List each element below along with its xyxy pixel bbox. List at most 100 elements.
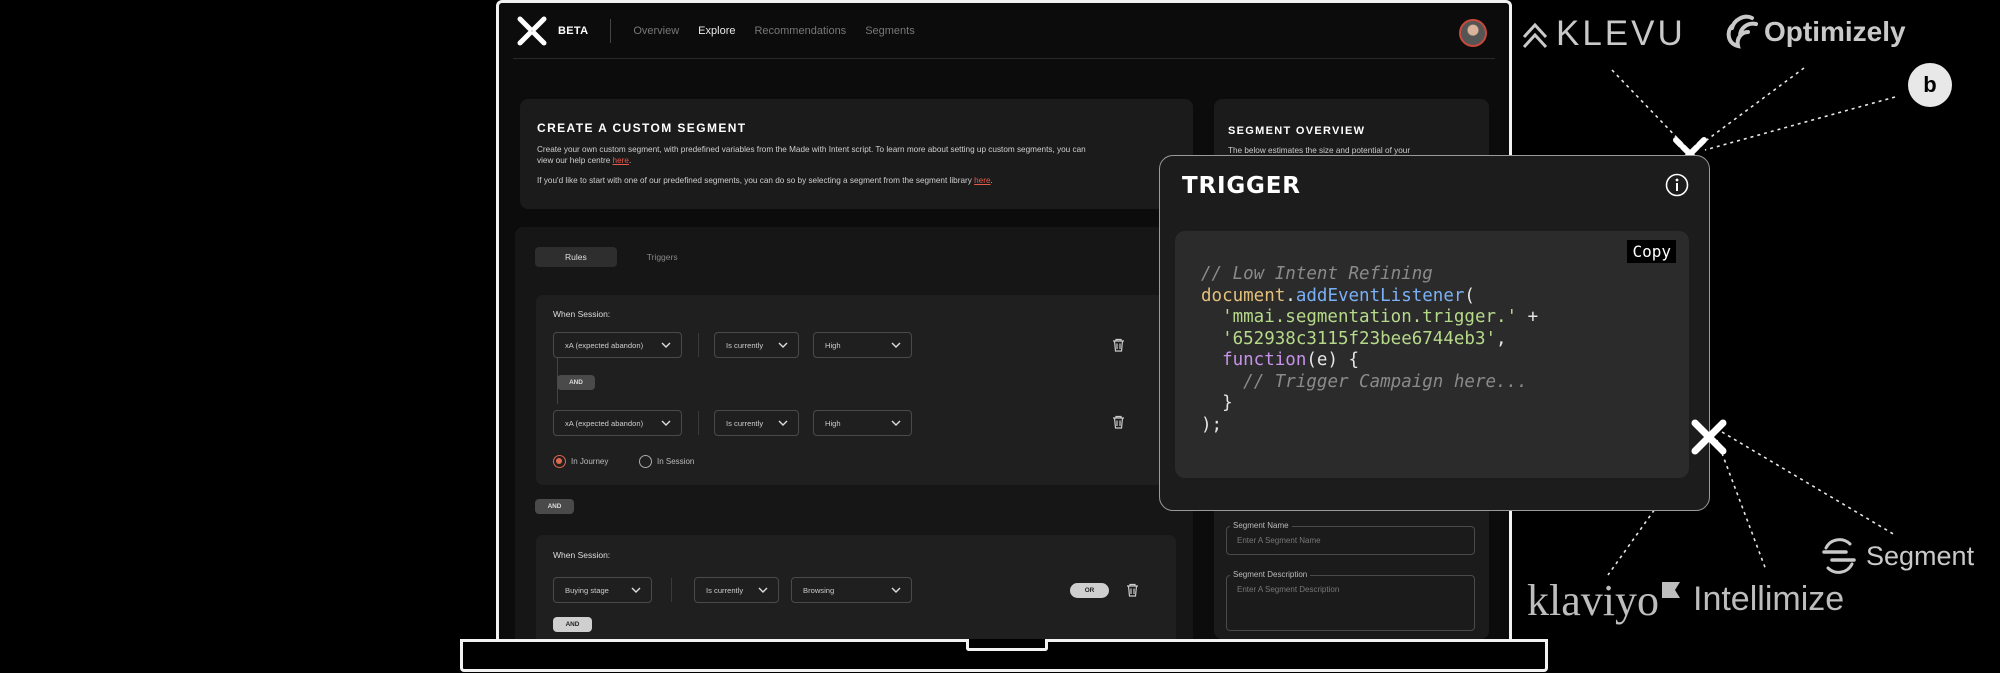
help-centre-link[interactable]: here — [613, 156, 629, 165]
select-value: High — [825, 340, 841, 350]
klevu-chevron-icon — [1522, 22, 1548, 49]
select-value: Buying stage — [565, 585, 609, 595]
select-value: Is currently — [726, 340, 764, 350]
code-snippet[interactable]: // Low Intent Refining document.addEvent… — [1201, 264, 1538, 436]
radio-button[interactable] — [553, 455, 566, 468]
radio-button[interactable] — [639, 455, 652, 468]
and-pill[interactable]: AND — [535, 499, 574, 514]
library-text-end: . — [990, 176, 993, 185]
and-pill[interactable]: AND — [553, 617, 592, 632]
rule-group-heading: When Session: — [553, 550, 611, 560]
chevron-down-icon — [778, 420, 788, 426]
trash-icon[interactable] — [1112, 338, 1125, 352]
chevron-down-icon — [758, 587, 768, 593]
segment-description-label: Segment Description — [1230, 570, 1311, 579]
klevu-wordmark: KLEVU — [1556, 14, 1686, 53]
code-snippet-box: Copy // Low Intent Refining document.add… — [1175, 231, 1689, 478]
code-comment: // Low Intent Refining — [1201, 264, 1433, 284]
intro-paragraph: Create your own custom segment, with pre… — [537, 144, 1097, 166]
intro-text-end: . — [628, 156, 632, 165]
hub-x-logo-icon — [1691, 419, 1727, 455]
rule-group-2: When Session: Buying stage Is currently … — [536, 535, 1176, 640]
beta-badge: BETA — [558, 24, 589, 37]
variable-select[interactable]: xA (expected abandon) — [553, 410, 682, 436]
overview-title: Segment overview — [1228, 125, 1366, 137]
brand-x-logo-icon[interactable] — [517, 16, 547, 46]
operator-select[interactable]: Is currently — [714, 410, 799, 436]
library-text: If you'd like to start with one of our p… — [537, 176, 975, 185]
segment-wordmark: Segment — [1866, 540, 1975, 571]
divider — [671, 578, 672, 602]
scope-radio-journey[interactable]: In Journey — [553, 455, 608, 468]
info-icon[interactable] — [1665, 173, 1689, 197]
tab-rules[interactable]: Rules — [535, 247, 617, 267]
operator-select[interactable]: Is currently — [694, 577, 779, 603]
chevron-down-icon — [891, 420, 901, 426]
rules-tabs: Rules Triggers — [535, 247, 708, 267]
select-value: Browsing — [803, 585, 835, 595]
code-object: document — [1201, 285, 1286, 306]
and-pill[interactable]: AND — [557, 375, 595, 390]
variable-select[interactable]: xA (expected abandon) — [553, 332, 682, 358]
library-paragraph: If you'd like to start with one of our p… — [537, 175, 1137, 186]
rule-group-heading: When Session: — [553, 309, 611, 319]
chevron-down-icon — [661, 420, 671, 426]
chevron-down-icon — [891, 342, 901, 348]
page-title: Create a custom segment — [537, 121, 747, 135]
laptop-notch — [966, 639, 1048, 651]
code-keyword: function — [1222, 350, 1307, 370]
code-string: '652938c3115f23bee6744eb3' — [1222, 328, 1497, 349]
nav-link-explore[interactable]: Explore — [698, 25, 735, 37]
klaviyo-logo: klaviyo — [1527, 575, 1681, 626]
segment-description-input[interactable]: Enter A Segment Description — [1226, 575, 1475, 631]
klevu-logo: KLEVU — [1522, 14, 1686, 54]
nav-link-recommendations[interactable]: Recommendations — [754, 25, 846, 37]
select-value: Is currently — [706, 585, 744, 595]
select-value: xA (expected abandon) — [565, 418, 644, 428]
user-avatar[interactable] — [1459, 19, 1487, 47]
value-select[interactable]: Browsing — [791, 577, 912, 603]
value-select[interactable]: High — [813, 410, 912, 436]
chevron-down-icon — [661, 342, 671, 348]
or-pill[interactable]: OR — [1070, 583, 1109, 598]
nav-link-overview[interactable]: Overview — [633, 25, 679, 37]
copy-button[interactable]: Copy — [1627, 240, 1676, 263]
trash-icon[interactable] — [1112, 415, 1125, 429]
value-select[interactable]: High — [813, 332, 912, 358]
optimizely-logo: Optimizely — [1722, 12, 1906, 52]
radio-label: In Journey — [571, 457, 609, 466]
chevron-down-icon — [631, 587, 641, 593]
trigger-title: TRIGGER — [1182, 173, 1301, 199]
radio-label: In Session — [657, 457, 695, 466]
divider — [698, 333, 699, 357]
segment-logo: Segment — [1820, 538, 1974, 574]
optimizely-wordmark: Optimizely — [1764, 16, 1906, 47]
divider — [698, 411, 699, 435]
segment-name-input[interactable]: Enter A Segment Name — [1226, 526, 1475, 555]
b-brand-icon: b — [1908, 63, 1952, 107]
code-comment: // Trigger Campaign here... — [1243, 371, 1528, 392]
intro-card: Create a custom segment Create your own … — [520, 99, 1193, 209]
select-value: High — [825, 418, 841, 428]
code-param: (e) { — [1306, 350, 1360, 370]
scope-radio-session[interactable]: In Session — [639, 455, 694, 468]
optimizely-icon — [1726, 14, 1758, 49]
intellimize-logo: Intellimize — [1693, 580, 1845, 618]
operator-select[interactable]: Is currently — [714, 332, 799, 358]
code-string: 'mmai.segmentation.trigger.' — [1222, 307, 1518, 327]
chevron-down-icon — [778, 342, 788, 348]
segment-icon — [1822, 538, 1856, 574]
variable-select[interactable]: Buying stage — [553, 577, 652, 603]
segment-library-link[interactable]: here — [974, 176, 990, 185]
segment-name-label: Segment Name — [1230, 521, 1292, 530]
trash-icon[interactable] — [1126, 583, 1139, 597]
overview-subtitle: The below estimates the size and potenti… — [1228, 146, 1411, 155]
tab-triggers[interactable]: Triggers — [617, 247, 708, 267]
nav-link-segments[interactable]: Segments — [865, 25, 915, 37]
laptop-base — [460, 639, 1548, 672]
top-nav: BETA Overview Explore Recommendations Se… — [513, 3, 1495, 59]
trigger-modal: TRIGGER Copy // Low Intent Refining docu… — [1159, 155, 1710, 511]
rules-card: Rules Triggers When Session: xA (expecte… — [515, 227, 1193, 640]
code-method: addEventListener — [1295, 285, 1465, 306]
rule-group-1: When Session: xA (expected abandon) Is c… — [536, 295, 1176, 485]
